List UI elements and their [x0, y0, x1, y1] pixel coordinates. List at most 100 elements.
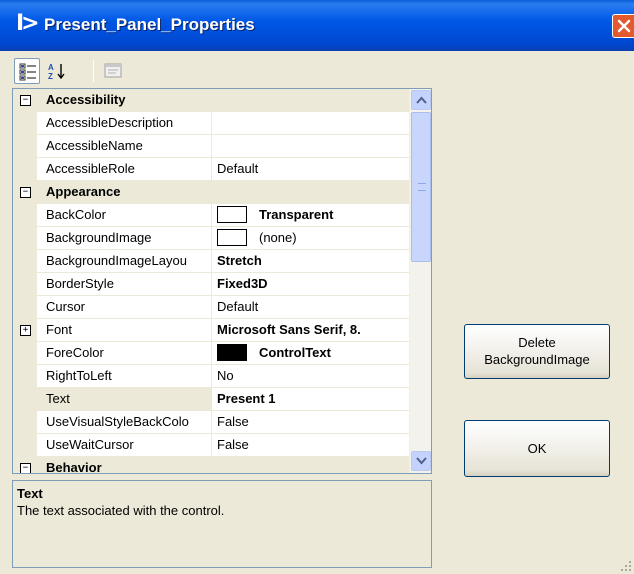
property-value-text: Present 1: [217, 391, 276, 406]
window-title: Present_Panel_Properties: [44, 15, 255, 34]
row-gutter: [13, 365, 37, 388]
property-value[interactable]: No: [213, 365, 409, 388]
property-name[interactable]: BackColor: [37, 204, 212, 227]
property-name[interactable]: AccessibleName: [37, 135, 212, 158]
svg-text:Z: Z: [48, 72, 53, 80]
scroll-thumb[interactable]: [411, 112, 431, 262]
categorized-button[interactable]: [14, 58, 40, 84]
collapse-icon[interactable]: −: [20, 463, 31, 473]
row-gutter: [13, 112, 37, 135]
property-value[interactable]: Stretch: [213, 250, 409, 273]
row-gutter: [13, 227, 37, 250]
category-row[interactable]: − Appearance: [13, 181, 409, 204]
svg-text:A: A: [48, 63, 54, 72]
property-value[interactable]: False: [213, 411, 409, 434]
property-value-text: Microsoft Sans Serif, 8.: [217, 322, 361, 337]
chevron-up-icon: [416, 96, 427, 104]
property-value-text: No: [217, 368, 234, 383]
scroll-grip: [418, 183, 426, 191]
ok-button[interactable]: OK: [464, 420, 610, 477]
property-grid[interactable]: − Accessibility AccessibleDescription Acces…: [12, 88, 432, 474]
property-name[interactable]: AccessibleDescription: [37, 112, 212, 135]
category-row[interactable]: − Accessibility: [13, 89, 409, 112]
property-name[interactable]: AccessibleRole: [37, 158, 212, 181]
property-name[interactable]: Cursor: [37, 296, 212, 319]
property-row[interactable]: Text Present 1: [13, 388, 409, 411]
property-row[interactable]: BackgroundImageLayou Stretch: [13, 250, 409, 273]
expand-icon[interactable]: +: [20, 325, 31, 336]
collapse-icon[interactable]: −: [20, 95, 31, 106]
property-name[interactable]: BorderStyle: [37, 273, 212, 296]
property-row[interactable]: BackgroundImage (none): [13, 227, 409, 250]
alphabetical-sort-icon: A Z: [48, 63, 65, 80]
delete-button-line2: BackgroundImage: [484, 352, 590, 367]
property-row[interactable]: ForeColor ControlText: [13, 342, 409, 365]
property-value[interactable]: [213, 135, 409, 158]
property-row[interactable]: RightToLeft No: [13, 365, 409, 388]
property-row[interactable]: AccessibleDescription: [13, 112, 409, 135]
property-value-text: Default: [217, 161, 259, 176]
property-value-text: ControlText: [259, 345, 331, 360]
row-gutter: [13, 434, 37, 457]
app-icon: I>: [16, 11, 40, 36]
property-value[interactable]: Transparent: [213, 204, 409, 227]
property-name[interactable]: ForeColor: [37, 342, 212, 365]
collapse-icon[interactable]: −: [20, 187, 31, 198]
property-name[interactable]: UseWaitCursor: [37, 434, 212, 457]
close-button[interactable]: [612, 14, 634, 38]
categorized-icon: [19, 63, 36, 81]
property-value[interactable]: Present 1: [213, 388, 409, 411]
property-row[interactable]: AccessibleRole Default: [13, 158, 409, 181]
property-name[interactable]: BackgroundImageLayou: [37, 250, 212, 273]
property-value-text: False: [217, 414, 249, 429]
property-toolbar: A Z: [12, 56, 432, 88]
property-row[interactable]: AccessibleName: [13, 135, 409, 158]
color-swatch: [217, 344, 247, 362]
property-value[interactable]: [213, 112, 409, 135]
property-name[interactable]: BackgroundImage: [37, 227, 212, 250]
property-value[interactable]: Default: [213, 296, 409, 319]
row-gutter: [13, 250, 37, 273]
delete-background-image-button[interactable]: Delete BackgroundImage: [464, 324, 610, 379]
property-name[interactable]: Font: [37, 319, 212, 342]
property-row[interactable]: + Font Microsoft Sans Serif, 8.: [13, 319, 409, 342]
property-value[interactable]: False: [213, 434, 409, 457]
row-gutter: [13, 204, 37, 227]
property-value[interactable]: Default: [213, 158, 409, 181]
property-name[interactable]: RightToLeft: [37, 365, 212, 388]
property-pages-icon: [104, 63, 122, 78]
scroll-up-button[interactable]: [411, 90, 431, 110]
resize-grip-icon[interactable]: [620, 560, 632, 572]
color-swatch: [217, 206, 247, 224]
scroll-down-button[interactable]: [411, 451, 431, 471]
title-bar[interactable]: I> Present_Panel_Properties: [0, 0, 634, 51]
row-gutter: [13, 342, 37, 365]
row-gutter: [13, 135, 37, 158]
property-value[interactable]: Fixed3D: [213, 273, 409, 296]
chevron-down-icon: [416, 457, 427, 465]
category-label: Behavior: [46, 460, 102, 474]
property-name[interactable]: Text: [37, 388, 212, 411]
property-pages-button[interactable]: [100, 58, 126, 84]
row-gutter: [13, 388, 37, 411]
property-row[interactable]: Cursor Default: [13, 296, 409, 319]
property-value[interactable]: ControlText: [213, 342, 409, 365]
property-row[interactable]: BackColor Transparent: [13, 204, 409, 227]
alphabetical-button[interactable]: A Z: [44, 58, 70, 84]
property-name[interactable]: UseVisualStyleBackColo: [37, 411, 212, 434]
row-gutter: [13, 158, 37, 181]
property-row[interactable]: BorderStyle Fixed3D: [13, 273, 409, 296]
toolbar-separator: [93, 60, 94, 82]
property-row[interactable]: UseWaitCursor False: [13, 434, 409, 457]
property-value[interactable]: Microsoft Sans Serif, 8.: [213, 319, 409, 342]
description-text: The text associated with the control.: [17, 503, 225, 518]
category-row[interactable]: − Behavior: [13, 457, 409, 474]
property-value-text: (none): [259, 230, 297, 245]
row-gutter: [13, 296, 37, 319]
property-value-text: Stretch: [217, 253, 262, 268]
description-title: Text: [17, 486, 43, 501]
property-row[interactable]: UseVisualStyleBackColo False: [13, 411, 409, 434]
vertical-scrollbar[interactable]: [409, 89, 431, 473]
property-value-text: False: [217, 437, 249, 452]
property-value[interactable]: (none): [213, 227, 409, 250]
